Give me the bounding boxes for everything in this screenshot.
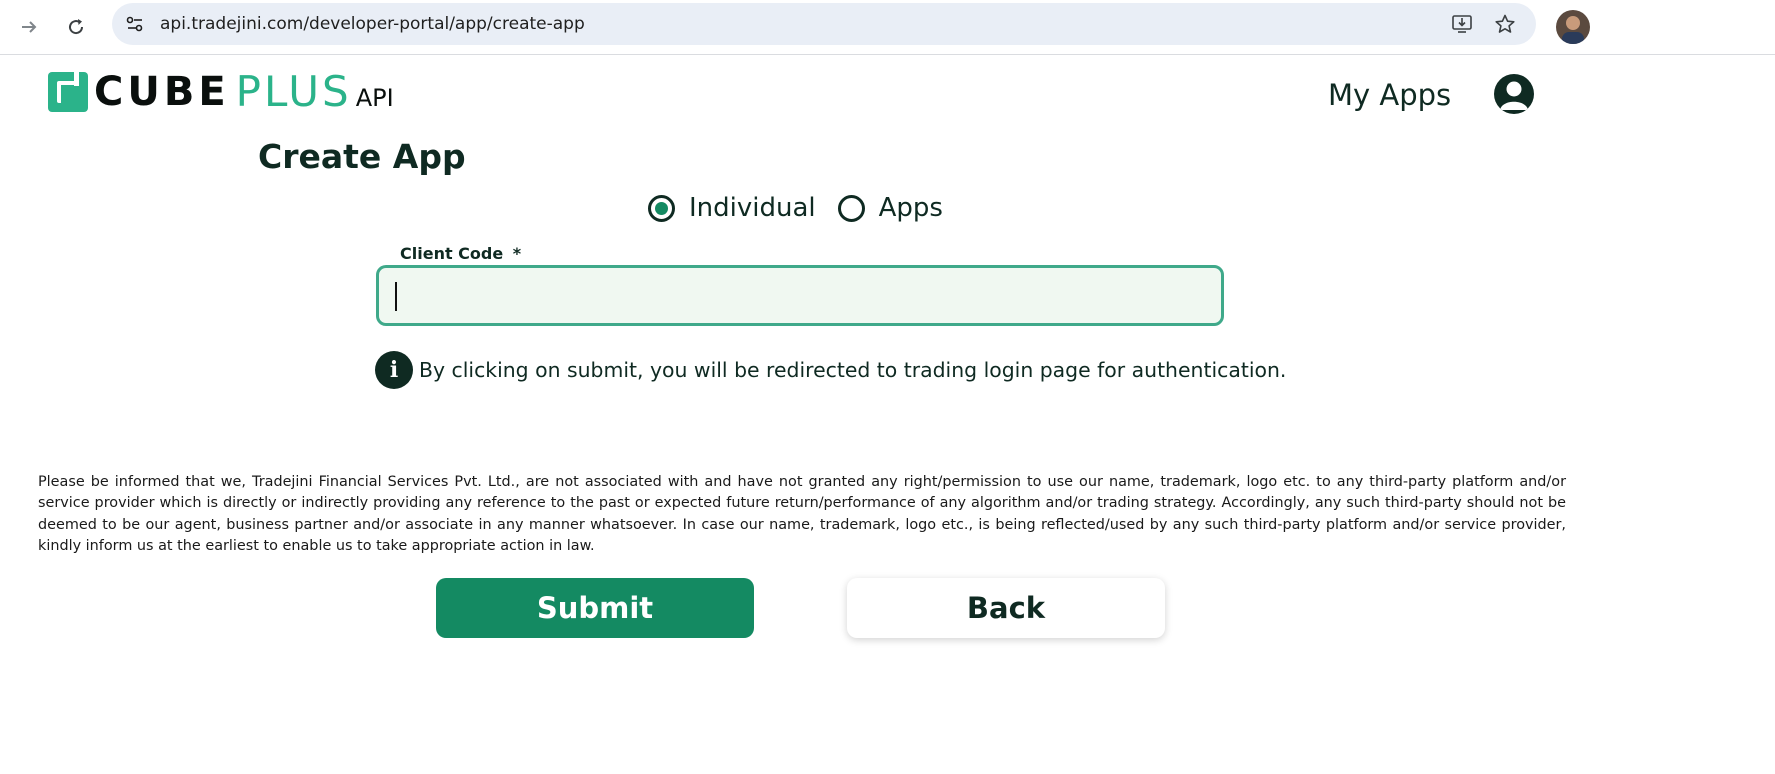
radio-selected-dot [655, 201, 668, 215]
logo-text-api: API [355, 84, 394, 112]
info-icon: i [375, 351, 413, 389]
client-code-field[interactable] [376, 265, 1224, 326]
url-text[interactable]: api.tradejini.com/developer-portal/app/c… [160, 14, 585, 34]
submit-button[interactable]: Submit [436, 578, 754, 638]
logo-text-plus: PLUS [235, 67, 352, 116]
user-avatar-icon[interactable] [1494, 74, 1534, 114]
required-mark: * [512, 244, 522, 263]
client-code-input[interactable] [379, 268, 1221, 323]
radio-individual-label[interactable]: Individual [689, 193, 816, 223]
browser-toolbar: api.tradejini.com/developer-portal/app/c… [0, 0, 1775, 55]
info-note-text: By clicking on submit, you will be redir… [419, 358, 1287, 382]
client-code-label: Client Code * [392, 244, 530, 263]
text-caret [395, 282, 397, 311]
address-bar[interactable]: api.tradejini.com/developer-portal/app/c… [112, 3, 1536, 45]
bookmark-star-icon[interactable] [1493, 12, 1517, 36]
site-info-icon[interactable] [124, 13, 146, 35]
radio-individual-circle[interactable] [648, 194, 675, 222]
radio-apps-circle[interactable] [837, 194, 865, 222]
logo-text-cube: CUBE [94, 69, 230, 115]
radio-apps-label[interactable]: Apps [879, 193, 943, 223]
page-title: Create App [258, 137, 466, 176]
nav-my-apps[interactable]: My Apps [1328, 78, 1451, 112]
back-button[interactable]: Back [847, 578, 1165, 638]
radio-individual[interactable]: Individual [648, 193, 816, 223]
forward-icon[interactable] [13, 11, 45, 43]
cubeplus-logo[interactable]: CUBE PLUS API [48, 67, 394, 116]
radio-apps[interactable]: Apps [837, 193, 943, 223]
browser-profile-avatar[interactable] [1556, 10, 1590, 44]
client-code-label-text: Client Code [400, 244, 504, 263]
legal-disclaimer: Please be informed that we, Tradejini Fi… [38, 474, 1566, 554]
cube-logo-icon [48, 72, 88, 112]
reload-icon[interactable] [60, 11, 92, 43]
app-type-radio-group: Individual Apps [648, 193, 965, 223]
install-app-icon[interactable] [1450, 12, 1474, 36]
